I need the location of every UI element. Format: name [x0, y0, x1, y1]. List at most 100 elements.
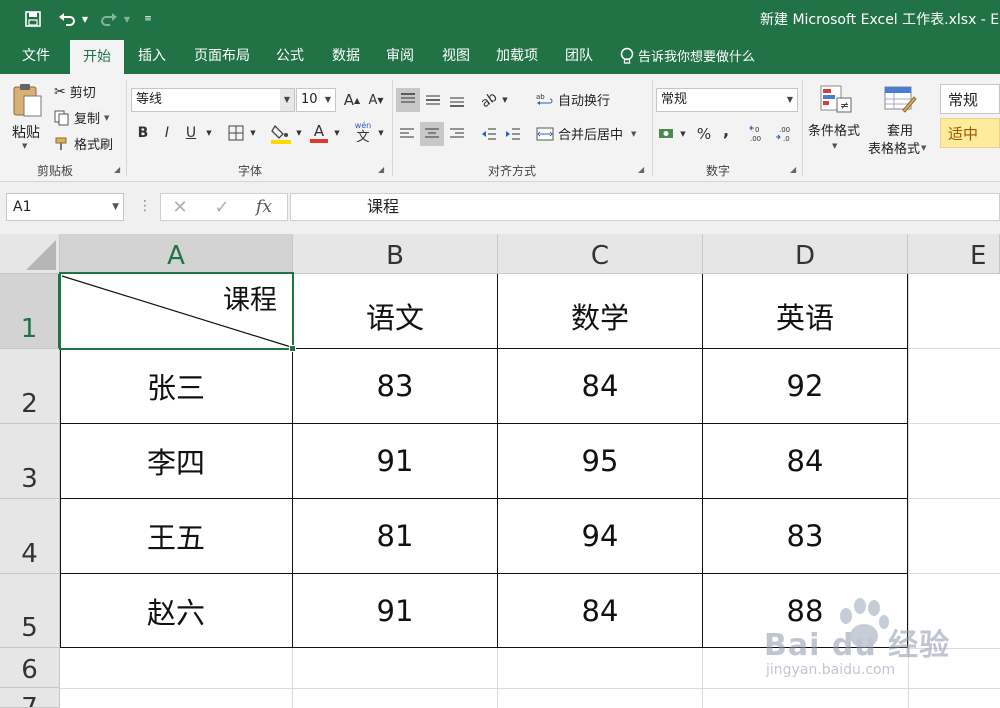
row-header-5[interactable]: 5: [0, 574, 60, 648]
format-as-table-label-1[interactable]: 套用: [887, 120, 913, 139]
tab-file[interactable]: 文件: [8, 38, 64, 74]
cell-style-normal[interactable]: 常规: [940, 84, 1000, 114]
accounting-format-icon[interactable]: [656, 122, 678, 146]
fill-color-icon[interactable]: [270, 120, 292, 146]
merge-center-button[interactable]: 合并后居中 ▼: [536, 124, 636, 143]
cell-d4[interactable]: 83: [703, 499, 907, 573]
comma-icon[interactable]: ,: [718, 118, 734, 142]
cell-a3[interactable]: 李四: [60, 424, 292, 498]
cell-b2[interactable]: 83: [293, 349, 497, 423]
formula-input[interactable]: 课程: [290, 193, 1000, 221]
percent-icon[interactable]: %: [694, 122, 714, 146]
cell-b3[interactable]: 91: [293, 424, 497, 498]
paste-dropdown-icon[interactable]: ▼: [22, 142, 27, 150]
tab-insert[interactable]: 插入: [128, 38, 176, 74]
cell-b5[interactable]: 91: [293, 574, 497, 647]
select-all-corner[interactable]: [0, 234, 60, 274]
font-launcher-icon[interactable]: ◢: [378, 165, 384, 174]
formula-bar-grip-icon[interactable]: ⋮: [138, 198, 152, 214]
cell-b1[interactable]: 语文: [293, 278, 497, 353]
decrease-decimal-icon[interactable]: .00.0: [774, 122, 796, 146]
conditional-format-dropdown-icon[interactable]: ▼: [832, 142, 837, 150]
enter-icon[interactable]: ✓: [209, 196, 235, 218]
decrease-indent-icon[interactable]: [478, 122, 500, 146]
row-header-2[interactable]: 2: [0, 349, 60, 424]
row-header-4[interactable]: 4: [0, 499, 60, 574]
cell-a2[interactable]: 张三: [60, 349, 292, 423]
phonetic-icon[interactable]: wén 文: [352, 120, 374, 146]
cell-d1[interactable]: 英语: [703, 278, 907, 353]
cancel-icon[interactable]: ✕: [167, 196, 193, 218]
tab-review[interactable]: 审阅: [376, 38, 424, 74]
insert-function-icon[interactable]: fx: [251, 196, 277, 218]
wrap-text-button[interactable]: ab 自动换行: [536, 90, 610, 110]
cell-c3[interactable]: 95: [498, 424, 702, 498]
font-name-dropdown-icon[interactable]: ▼: [280, 89, 294, 111]
undo-icon[interactable]: [56, 8, 78, 30]
fill-color-dropdown-icon[interactable]: ▼: [294, 122, 304, 144]
undo-dropdown-icon[interactable]: ▼: [80, 8, 90, 30]
align-top-icon[interactable]: [396, 88, 420, 112]
tab-view[interactable]: 视图: [432, 38, 480, 74]
tab-team[interactable]: 团队: [556, 38, 602, 74]
tab-home[interactable]: 开始: [70, 40, 124, 74]
align-middle-icon[interactable]: [422, 88, 444, 112]
clipboard-launcher-icon[interactable]: ◢: [114, 165, 120, 174]
column-header-d[interactable]: D: [703, 234, 908, 274]
format-painter-button[interactable]: 格式刷: [54, 134, 113, 153]
name-box[interactable]: A1 ▼: [6, 193, 124, 221]
font-size-dropdown-icon[interactable]: ▼: [321, 89, 335, 111]
underline-dropdown-icon[interactable]: ▼: [204, 122, 214, 144]
number-format-combo[interactable]: 常规 ▼: [656, 88, 798, 112]
conditional-format-button[interactable]: 条件格式: [808, 120, 860, 139]
cell-b4[interactable]: 81: [293, 499, 497, 573]
border-dropdown-icon[interactable]: ▼: [248, 122, 258, 144]
increase-indent-icon[interactable]: [502, 122, 524, 146]
format-as-table-label-2[interactable]: 表格格式 ▼: [868, 138, 926, 157]
cell-c2[interactable]: 84: [498, 349, 702, 423]
number-format-dropdown-icon[interactable]: ▼: [783, 89, 797, 111]
column-header-a[interactable]: A: [60, 234, 293, 274]
orientation-dropdown-icon[interactable]: ▼: [500, 88, 510, 112]
align-bottom-icon[interactable]: [446, 88, 468, 112]
font-color-icon[interactable]: A: [308, 120, 330, 146]
column-header-e[interactable]: E: [908, 234, 1000, 274]
accounting-dropdown-icon[interactable]: ▼: [678, 122, 688, 146]
alignment-launcher-icon[interactable]: ◢: [638, 165, 644, 174]
tab-data[interactable]: 数据: [322, 38, 370, 74]
customize-icon[interactable]: ≡: [142, 8, 154, 30]
row-header-1[interactable]: 1: [0, 274, 60, 349]
column-header-b[interactable]: B: [293, 234, 498, 274]
border-icon[interactable]: [226, 122, 246, 144]
copy-button[interactable]: 复制 ▼: [54, 108, 109, 127]
cell-c4[interactable]: 94: [498, 499, 702, 573]
cell-a5[interactable]: 赵六: [60, 574, 292, 647]
cell-d3[interactable]: 84: [703, 424, 907, 498]
phonetic-dropdown-icon[interactable]: ▼: [376, 122, 386, 144]
align-left-icon[interactable]: [396, 122, 418, 146]
number-launcher-icon[interactable]: ◢: [790, 165, 796, 174]
italic-icon[interactable]: I: [158, 122, 176, 144]
conditional-format-icon[interactable]: ≠: [816, 82, 856, 116]
increase-decimal-icon[interactable]: 0.00: [748, 122, 770, 146]
cut-button[interactable]: ✂ 剪切: [54, 82, 96, 102]
font-name-combo[interactable]: 等线 ▼: [131, 88, 295, 112]
decrease-font-icon[interactable]: A ▼: [366, 90, 386, 110]
column-header-c[interactable]: C: [498, 234, 703, 274]
row-header-6[interactable]: 6: [0, 648, 60, 688]
increase-font-icon[interactable]: A ▲: [342, 90, 362, 110]
cell-style-neutral[interactable]: 适中: [940, 118, 1000, 148]
row-header-3[interactable]: 3: [0, 424, 60, 499]
align-center-icon[interactable]: [420, 122, 444, 146]
tell-me-search[interactable]: 告诉我你想要做什么: [620, 46, 755, 65]
name-box-dropdown-icon[interactable]: ▼: [112, 194, 119, 220]
tab-formulas[interactable]: 公式: [266, 38, 314, 74]
paste-icon[interactable]: [8, 80, 46, 120]
cell-c1[interactable]: 数学: [498, 278, 702, 353]
save-icon[interactable]: [22, 8, 44, 30]
cell-c5[interactable]: 84: [498, 574, 702, 647]
font-color-dropdown-icon[interactable]: ▼: [332, 122, 342, 144]
tab-page-layout[interactable]: 页面布局: [186, 38, 258, 74]
row-header-7[interactable]: 7: [0, 688, 60, 708]
underline-icon[interactable]: U: [182, 122, 200, 144]
